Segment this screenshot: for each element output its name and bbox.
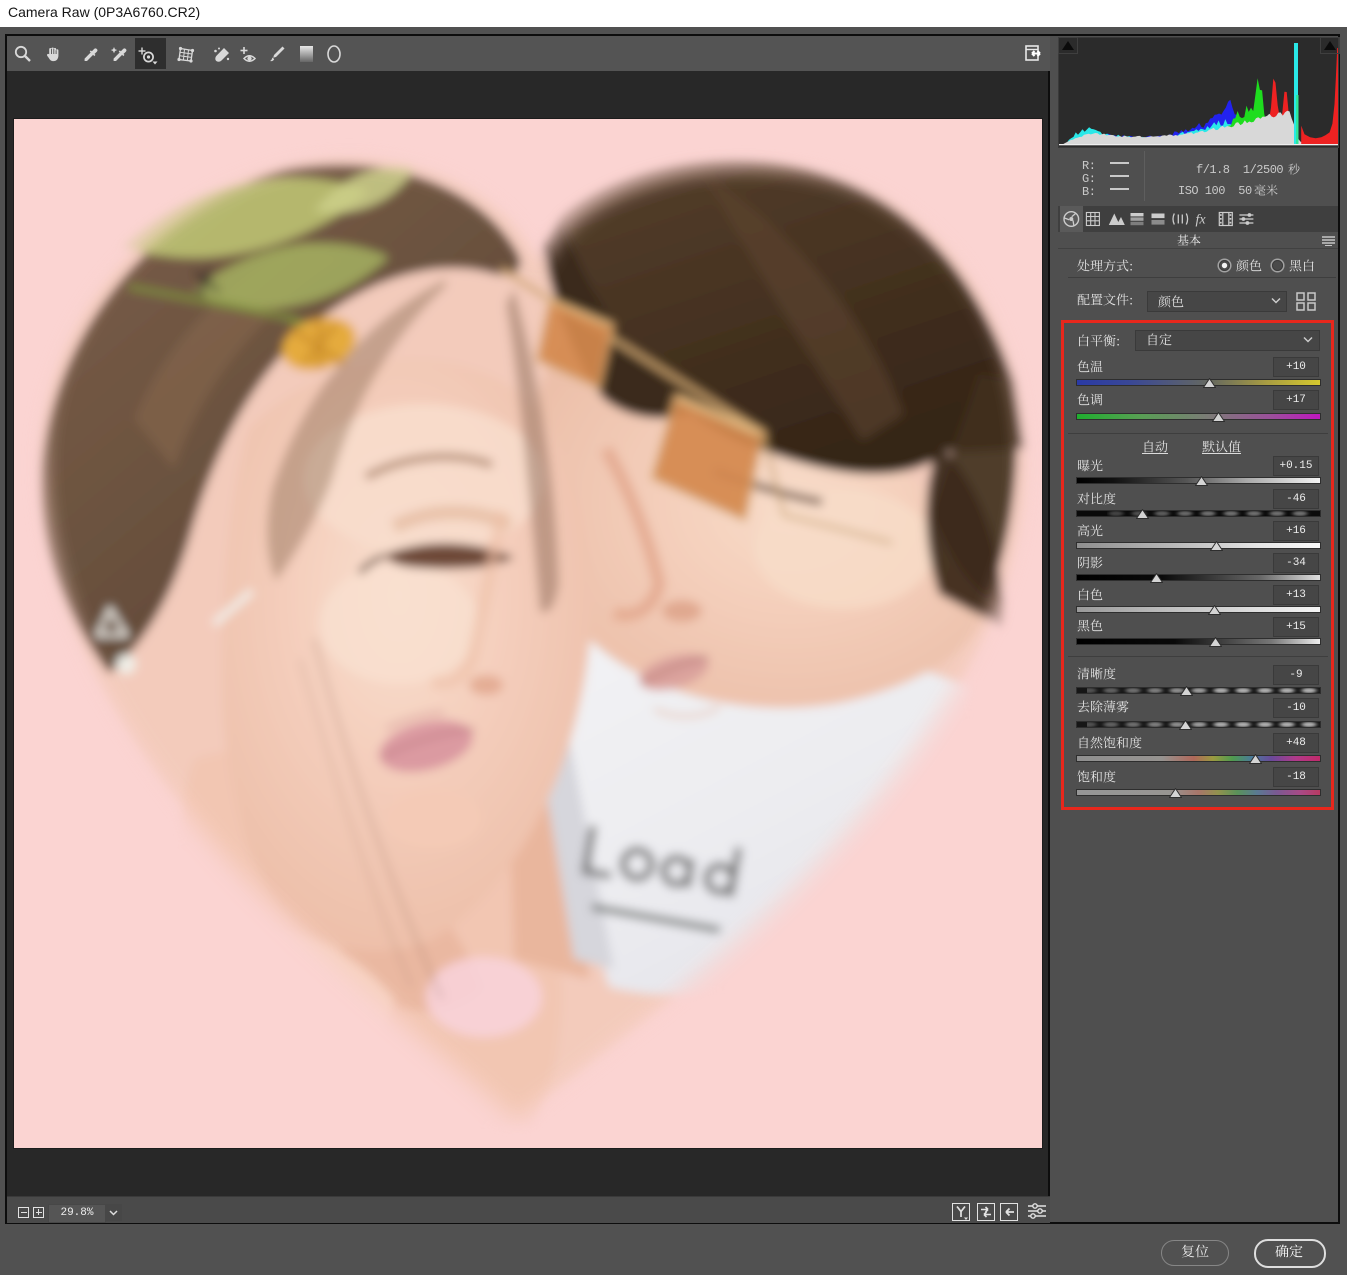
svg-text:fx: fx: [1196, 213, 1207, 228]
